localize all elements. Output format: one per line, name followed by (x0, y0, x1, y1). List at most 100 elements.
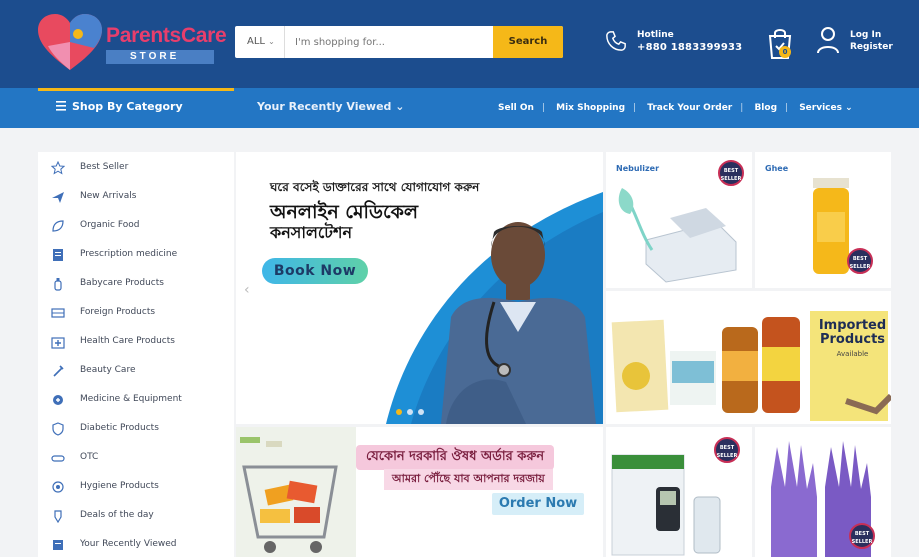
lipstick-icon (53, 365, 64, 377)
leaf-icon (52, 220, 64, 232)
site-logo[interactable]: ParentsCare STORE (38, 12, 227, 74)
globe-icon (51, 308, 65, 318)
login-link[interactable]: Log In (850, 30, 881, 40)
best-seller-badge: BEST SELLER (849, 523, 875, 549)
nav-link-sell-on[interactable]: Sell On (498, 103, 534, 113)
hamburger-icon (56, 101, 66, 111)
baby-bottle-icon (54, 278, 62, 291)
sidebar-item-label: Prescription medicine (80, 249, 178, 259)
nav-link-blog[interactable]: Blog (754, 103, 777, 113)
sidebar-item-label: Deals of the day (80, 510, 154, 520)
stethoscope-icon (53, 395, 63, 405)
nav-separator: | (633, 103, 637, 113)
shield-icon (52, 422, 64, 436)
sidebar-item-recently-viewed[interactable]: Your Recently Viewed (38, 531, 234, 557)
sidebar-item-otc[interactable]: OTC (38, 444, 234, 473)
tag-icon (54, 510, 62, 523)
soap-icon (52, 481, 64, 493)
nav-link-mix-shopping[interactable]: Mix Shopping (556, 103, 625, 113)
imported-sub-text: Available (836, 350, 869, 358)
sidebar-item-label: Foreign Products (80, 307, 156, 317)
product-tile-imported[interactable]: Imported Products Available (606, 291, 891, 424)
imported-title-text: Imported Products (818, 318, 887, 347)
history-icon (53, 540, 63, 550)
search-input[interactable] (285, 26, 493, 58)
search-category-select[interactable]: ALL ⌄ (235, 26, 285, 58)
sidebar-item-hygiene[interactable]: Hygiene Products (38, 473, 234, 502)
chevron-down-icon: ⌄ (845, 103, 853, 113)
recently-viewed-label: Your Recently Viewed (257, 100, 392, 113)
shopping-cart-illustration (236, 427, 356, 557)
sidebar-item-best-seller[interactable]: Best Seller (38, 154, 234, 183)
sidebar-item-new-arrivals[interactable]: New Arrivals (38, 183, 234, 212)
hero-line-3: কনসালটেশন (270, 223, 353, 242)
sidebar-item-health-care[interactable]: Health Care Products (38, 328, 234, 357)
product-tile-nebulizer[interactable]: Nebulizer BEST SELLER (606, 152, 752, 288)
chevron-down-icon: ⌄ (395, 100, 405, 113)
pill-icon (51, 455, 65, 462)
nav-separator: | (740, 103, 744, 113)
book-now-button[interactable]: Book Now (262, 258, 368, 284)
nav-accent-line (38, 88, 234, 91)
carousel-dot[interactable] (407, 409, 413, 415)
glucometer-image (611, 454, 721, 556)
sidebar-item-beauty-care[interactable]: Beauty Care (38, 357, 234, 386)
heart-logo-icon (38, 14, 102, 70)
sidebar-item-label: Your Recently Viewed (80, 539, 177, 549)
sidebar-item-label: Health Care Products (80, 336, 175, 346)
hotline[interactable]: Hotline +880 1883399933 (605, 26, 755, 66)
hero-banner[interactable]: ঘরে বসেই ডাক্তারের সাথে যোগাযোগ করুন অনল… (236, 152, 603, 424)
product-tile-ghee[interactable]: Ghee BEST SELLER (755, 152, 891, 288)
carousel-dot[interactable] (418, 409, 424, 415)
logo-name: ParentsCare (106, 24, 227, 47)
sidebar-item-medicine-equipment[interactable]: Medicine & Equipment (38, 386, 234, 415)
product-tile-gloves[interactable]: BEST SELLER (755, 427, 891, 557)
shop-by-category-button[interactable]: Shop By Category (72, 100, 183, 113)
order-now-button[interactable]: Order Now (492, 493, 584, 515)
cart-button[interactable]: 0 (765, 26, 795, 60)
carousel-dots (396, 400, 446, 415)
sidebar-item-label: OTC (80, 452, 99, 462)
category-sidebar: Best Seller New Arrivals Organic Food Pr… (38, 152, 234, 557)
sidebar-item-label: Beauty Care (80, 365, 136, 375)
search-bar: ALL ⌄ Search (235, 26, 563, 58)
chevron-left-icon[interactable]: ‹ (244, 282, 260, 300)
sidebar-item-label: Diabetic Products (80, 423, 159, 433)
nebulizer-image (618, 188, 737, 283)
nav-separator: | (785, 103, 789, 113)
sidebar-item-prescription[interactable]: Prescription medicine (38, 241, 234, 270)
sidebar-item-diabetic[interactable]: Diabetic Products (38, 415, 234, 444)
sidebar-item-babycare[interactable]: Babycare Products (38, 270, 234, 299)
recently-viewed-dropdown[interactable]: Your Recently Viewed ⌄ (257, 100, 404, 113)
search-category-label: ALL (247, 36, 265, 47)
phone-icon (606, 31, 626, 51)
hotline-label: Hotline (637, 30, 674, 40)
nav-link-services[interactable]: Services ⌄ (799, 103, 852, 113)
prescription-icon (53, 249, 63, 261)
carousel-dot[interactable] (396, 409, 402, 415)
order-line-2: আমরা পৌঁছে যাব আপনার দরজায় (384, 469, 553, 490)
chevron-down-icon: ⌄ (268, 37, 275, 46)
nav-separator: | (541, 103, 545, 113)
services-label: Services (799, 103, 842, 113)
order-banner[interactable]: যেকোন দরকারি ঔষধ অর্ডার করুন আমরা পৌঁছে … (236, 427, 603, 557)
search-button[interactable]: Search (493, 26, 563, 58)
nav-link-track-order[interactable]: Track Your Order (647, 103, 732, 113)
register-link[interactable]: Register (850, 42, 893, 52)
sidebar-item-deals[interactable]: Deals of the day (38, 502, 234, 531)
logo-store: STORE (106, 50, 214, 64)
product-tile-glucometer[interactable]: BEST SELLER (606, 427, 752, 557)
user-icon (817, 27, 839, 54)
medkit-icon (51, 337, 65, 349)
sidebar-item-label: Babycare Products (80, 278, 164, 288)
star-icon (51, 161, 65, 175)
sidebar-item-organic-food[interactable]: Organic Food (38, 212, 234, 241)
plane-icon (52, 192, 64, 203)
sidebar-item-foreign-products[interactable]: Foreign Products (38, 299, 234, 328)
account-menu[interactable]: Log In Register (816, 24, 916, 64)
sidebar-item-label: New Arrivals (80, 191, 137, 201)
hero-line-1: ঘরে বসেই ডাক্তারের সাথে যোগাযোগ করুন (270, 180, 480, 194)
hotline-number: +880 1883399933 (637, 42, 743, 53)
imported-products-title: Imported Products Available (814, 319, 891, 361)
sidebar-item-label: Medicine & Equipment (80, 394, 182, 404)
